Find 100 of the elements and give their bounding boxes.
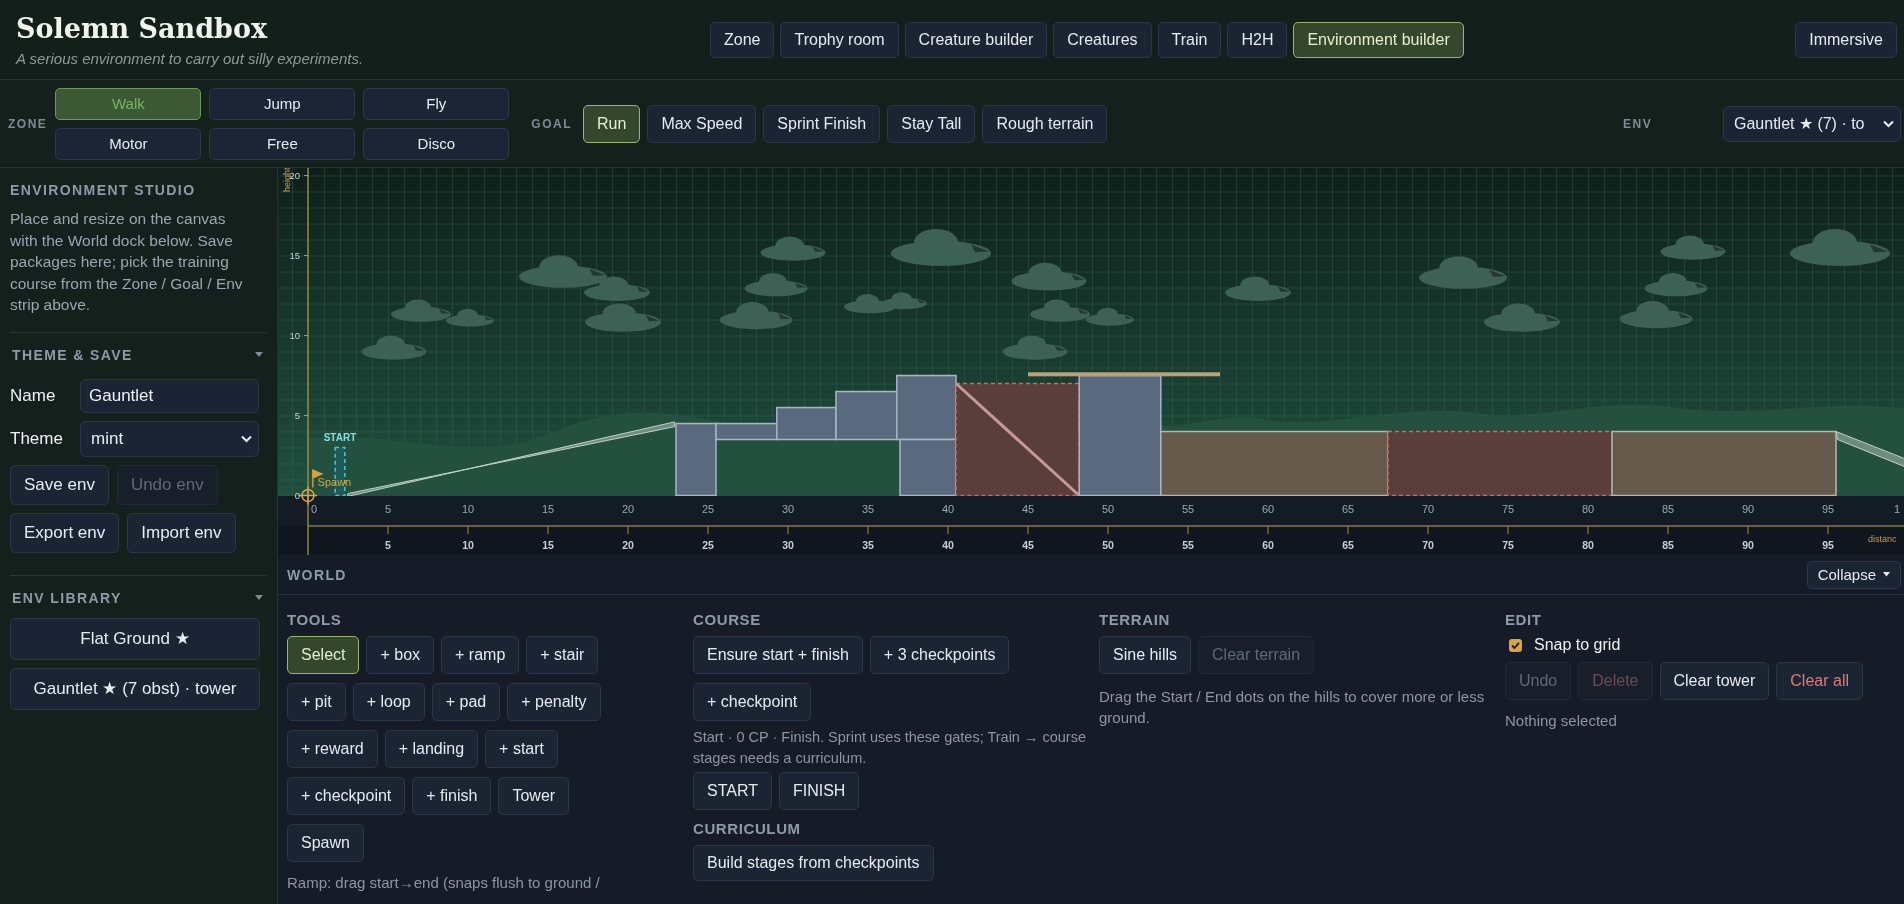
goal-option[interactable]: Max Speed xyxy=(647,104,757,143)
pit-zone[interactable] xyxy=(1387,430,1613,497)
env-select[interactable]: Gauntlet ★ (7) · to xyxy=(1723,105,1901,142)
ruler-label: 60 xyxy=(1262,539,1274,551)
zone-option[interactable]: Fly xyxy=(363,87,510,120)
box-obstacle[interactable] xyxy=(899,438,957,497)
course-button[interactable]: Ensure start + finish xyxy=(693,636,863,674)
spawn-label: Spawn xyxy=(317,475,352,488)
checkbox-label: Snap to grid xyxy=(1534,636,1621,654)
nav-tab[interactable]: Zone xyxy=(710,21,775,58)
ruler-label: 50 xyxy=(1102,539,1114,551)
column-title: CURRICULUM xyxy=(693,820,801,837)
box-obstacle[interactable] xyxy=(1078,374,1162,497)
cloud xyxy=(446,308,494,327)
cloud xyxy=(391,299,451,322)
edit-button[interactable]: Clear tower xyxy=(1659,662,1770,700)
goal-option[interactable]: Rough terrain xyxy=(982,104,1108,143)
goal-option[interactable]: Run xyxy=(583,104,641,143)
edit-button[interactable]: Clear all xyxy=(1776,662,1863,700)
nav-tab[interactable]: Creatures xyxy=(1053,21,1152,58)
box-obstacle[interactable] xyxy=(835,390,898,441)
goal-option[interactable]: Stay Tall xyxy=(887,104,976,143)
name-input[interactable]: Gauntlet xyxy=(80,378,259,413)
tool-button[interactable]: + reward xyxy=(287,730,378,768)
immersive-button[interactable]: Immersive xyxy=(1795,21,1897,58)
axis-tick-label: 5 xyxy=(294,410,300,421)
course-button[interactable]: + checkpoint xyxy=(693,683,812,721)
nav-tab[interactable]: Environment builder xyxy=(1293,21,1464,58)
library-item[interactable]: Flat Ground ★ xyxy=(10,617,260,660)
tool-button[interactable]: Tower xyxy=(498,777,570,815)
tool-button[interactable]: + start xyxy=(485,730,558,768)
tool-button[interactable]: + finish xyxy=(412,777,492,815)
ruler-label: 5 xyxy=(385,539,391,551)
nav-tab[interactable]: H2H xyxy=(1227,21,1288,58)
zone-option[interactable]: Disco xyxy=(363,127,510,160)
ground-block[interactable] xyxy=(1611,430,1837,497)
axis-tick-label: 35 xyxy=(861,503,875,515)
world-canvas[interactable]: START Spawn height 20 15 10 5 0 0 5 10 15 20 25 30 35 40 45 50 55 60 65 70 75 80 85 90 95 1 5 10 15 20 25 30 35 40 45 50 55 60 65 70 75 80 85 90 95 distanc xyxy=(278,168,1904,555)
pit-zone[interactable] xyxy=(955,382,1081,497)
theme-select[interactable]: mint xyxy=(80,420,259,457)
env-action-button[interactable]: Export env xyxy=(10,512,120,553)
ruler-label: 90 xyxy=(1742,539,1754,551)
zone-option[interactable]: Jump xyxy=(209,87,356,120)
ruler-label: 55 xyxy=(1182,539,1194,551)
platform[interactable] xyxy=(1028,372,1220,377)
axis-tick-label: 15 xyxy=(289,250,300,261)
tool-hint: Ramp: drag start→end (snaps flush to ground / xyxy=(287,873,600,893)
zone-label: ZONE xyxy=(8,116,48,131)
box-obstacle[interactable] xyxy=(896,374,957,441)
axis-tick-label: 70 xyxy=(1421,503,1435,515)
origin-target-icon[interactable] xyxy=(298,485,318,506)
tool-button[interactable]: + box xyxy=(366,636,435,674)
box-obstacle[interactable] xyxy=(675,422,717,497)
gate-button[interactable]: FINISH xyxy=(778,772,860,810)
axis-tick-label: 25 xyxy=(701,503,715,515)
goal-option[interactable]: Sprint Finish xyxy=(763,104,881,143)
checkbox[interactable] xyxy=(1509,638,1522,652)
box-obstacle[interactable] xyxy=(715,422,778,441)
nav-tab[interactable]: Trophy room xyxy=(780,21,899,58)
cloud xyxy=(1225,276,1291,301)
ramp[interactable] xyxy=(1835,431,1904,468)
ruler-label: 40 xyxy=(942,539,954,551)
collapse-button[interactable]: Collapse xyxy=(1806,560,1901,589)
box-obstacle[interactable] xyxy=(776,406,837,441)
caret-icon[interactable] xyxy=(255,594,263,601)
gate-button[interactable]: START xyxy=(693,772,772,810)
caret-icon[interactable] xyxy=(255,351,263,358)
zone-option[interactable]: Free xyxy=(209,127,356,160)
build-stages-button[interactable]: Build stages from checkpoints xyxy=(693,845,934,881)
terrain-button[interactable]: Sine hills xyxy=(1099,636,1192,674)
ruler-label: 25 xyxy=(702,539,714,551)
column-title: TOOLS xyxy=(287,611,342,628)
nav-tab[interactable]: Creature builder xyxy=(904,21,1048,58)
tool-button[interactable]: + penalty xyxy=(507,683,601,721)
tool-button[interactable]: Spawn xyxy=(287,824,364,862)
cloud xyxy=(361,335,427,360)
tool-button[interactable]: + landing xyxy=(384,730,479,768)
tool-button[interactable]: + ramp xyxy=(441,636,520,674)
zone-option[interactable]: Motor xyxy=(55,127,202,160)
tool-button[interactable]: + checkpoint xyxy=(287,777,406,815)
ruler-label: 20 xyxy=(622,539,634,551)
course-note: Start · 0 CP · Finish. Sprint uses these gates; Train → course stages needs a curriculum. xyxy=(693,728,1087,768)
nav-tab[interactable]: Train xyxy=(1157,21,1222,58)
env-action-button[interactable]: Import env xyxy=(127,512,236,553)
course-button[interactable]: + 3 checkpoints xyxy=(869,636,1010,674)
axis-tick-label: 10 xyxy=(461,503,475,515)
section-title: THEME & SAVE xyxy=(12,346,133,363)
axis-tick-label: 40 xyxy=(941,503,955,515)
tool-button[interactable]: + stair xyxy=(526,636,599,674)
tool-button[interactable]: + pit xyxy=(287,683,346,721)
ground-block[interactable] xyxy=(1160,430,1389,497)
ruler-label: 75 xyxy=(1502,539,1514,551)
env-action-button[interactable]: Save env xyxy=(10,464,109,505)
tool-button[interactable]: + loop xyxy=(352,683,425,721)
tool-button[interactable]: Select xyxy=(287,636,360,674)
ruler-label: 85 xyxy=(1662,539,1674,551)
cloud xyxy=(1030,299,1090,322)
ruler-label: 10 xyxy=(462,539,474,551)
library-item[interactable]: Gauntlet ★ (7 obst) · tower xyxy=(10,667,260,710)
tool-button[interactable]: + pad xyxy=(431,683,501,721)
